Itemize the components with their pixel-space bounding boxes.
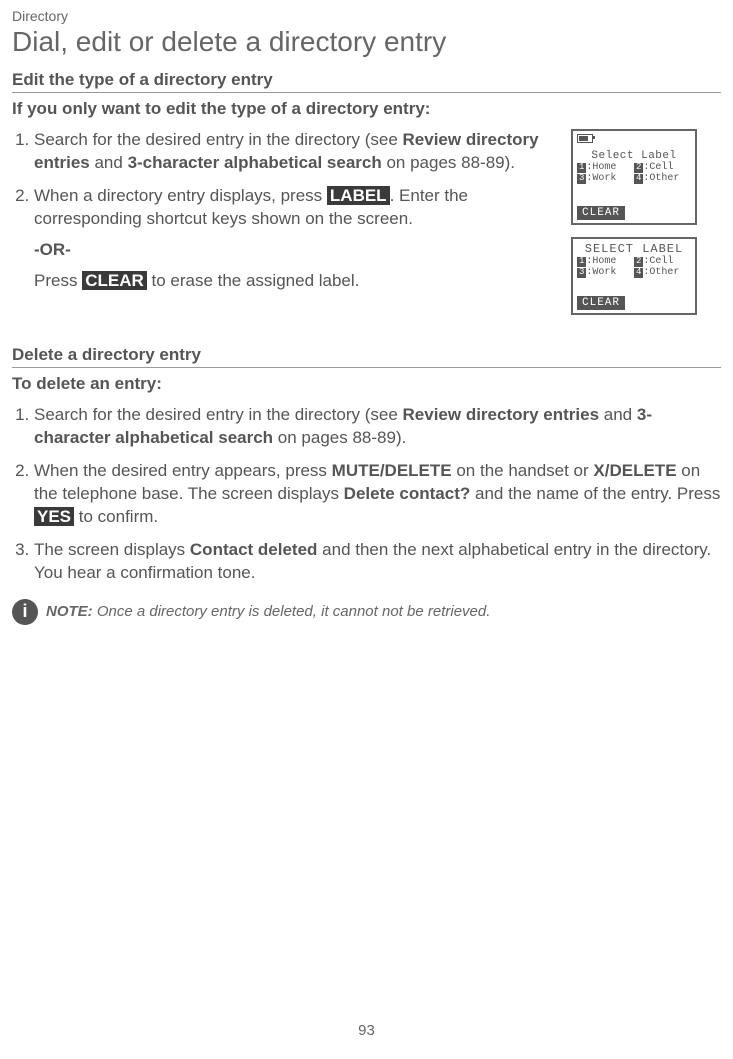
opt-text: :Work (586, 173, 616, 184)
clear-key: CLEAR (82, 271, 147, 290)
lcd-softkey: CLEAR (577, 296, 625, 310)
text: and (90, 153, 128, 172)
label-key: LABEL (327, 186, 390, 205)
delete-step-1: Search for the desired entry in the dire… (34, 404, 721, 450)
opt-text: :Cell (643, 162, 673, 173)
opt-text: :Home (586, 256, 616, 267)
info-icon: i (12, 599, 38, 625)
text: Search for the desired entry in the dire… (34, 405, 403, 424)
opt-text: :Other (643, 267, 679, 278)
page-title: Dial, edit or delete a directory entry (12, 26, 721, 58)
opt-num: 4 (634, 268, 643, 278)
contact-deleted-msg: Contact deleted (190, 540, 318, 559)
delete-steps-list: Search for the desired entry in the dire… (12, 404, 721, 585)
yes-key: YES (34, 507, 74, 526)
text: on the handset or (452, 461, 594, 480)
text: to erase the assigned label. (147, 271, 360, 290)
or-separator: -OR- (34, 239, 559, 262)
mute-delete-key: MUTE/DELETE (332, 461, 452, 480)
opt-text: :Cell (643, 256, 673, 267)
text: Search for the desired entry in the dire… (34, 130, 403, 149)
battery-icon (577, 134, 593, 143)
review-entries-ref: Review directory entries (403, 405, 600, 424)
lcd-options: 1:Home 2:Cell 3:Work 4:Other (577, 256, 691, 278)
delete-subheading: To delete an entry: (12, 374, 721, 394)
lcd-title: Select Label (577, 150, 691, 162)
delete-step-3: The screen displays Contact deleted and … (34, 539, 721, 585)
note-text: Once a directory entry is deleted, it ca… (93, 603, 491, 620)
opt-num: 2 (634, 163, 643, 173)
text: When the desired entry appears, press (34, 461, 332, 480)
edit-section-heading: Edit the type of a directory entry (12, 70, 721, 93)
opt-num: 2 (634, 257, 643, 267)
delete-step-2: When the desired entry appears, press MU… (34, 460, 721, 529)
alpha-search-ref: 3-character alphabetical search (128, 153, 382, 172)
lcd-options: 1:Home 2:Cell 3:Work 4:Other (577, 162, 691, 184)
text: and the name of the entry. Press (470, 484, 720, 503)
edit-subheading: If you only want to edit the type of a d… (12, 99, 721, 119)
text: When a directory entry displays, press (34, 186, 327, 205)
opt-text: :Other (643, 173, 679, 184)
opt-num: 3 (577, 268, 586, 278)
opt-text: :Home (586, 162, 616, 173)
text: and (599, 405, 637, 424)
edit-steps-list: Search for the desired entry in the dire… (12, 129, 559, 293)
opt-num: 1 (577, 257, 586, 267)
delete-section-heading: Delete a directory entry (12, 345, 721, 368)
note-row: i NOTE: Once a directory entry is delete… (12, 599, 721, 625)
text: on pages 88-89). (273, 428, 406, 447)
text: The screen displays (34, 540, 190, 559)
edit-step-1: Search for the desired entry in the dire… (34, 129, 559, 175)
text: Press (34, 271, 82, 290)
lcd-softkey: CLEAR (577, 206, 625, 220)
lcd-screen-handset: Select Label 1:Home 2:Cell 3:Work 4:Othe… (571, 129, 697, 225)
text: on pages 88-89). (382, 153, 515, 172)
note-label: NOTE: (46, 603, 93, 620)
text: to confirm. (74, 507, 158, 526)
delete-contact-prompt: Delete contact? (344, 484, 471, 503)
opt-text: :Work (586, 267, 616, 278)
opt-num: 4 (634, 174, 643, 184)
x-delete-key: X/DELETE (593, 461, 676, 480)
edit-step-2: When a directory entry displays, press L… (34, 185, 559, 293)
opt-num: 1 (577, 163, 586, 173)
lcd-screen-base: SELECT LABEL 1:Home 2:Cell 3:Work 4:Othe… (571, 237, 697, 315)
page-number: 93 (0, 1022, 733, 1039)
breadcrumb: Directory (12, 8, 721, 24)
opt-num: 3 (577, 174, 586, 184)
lcd-title: SELECT LABEL (577, 242, 691, 256)
edit-alt-step: Press CLEAR to erase the assigned label. (34, 270, 559, 293)
